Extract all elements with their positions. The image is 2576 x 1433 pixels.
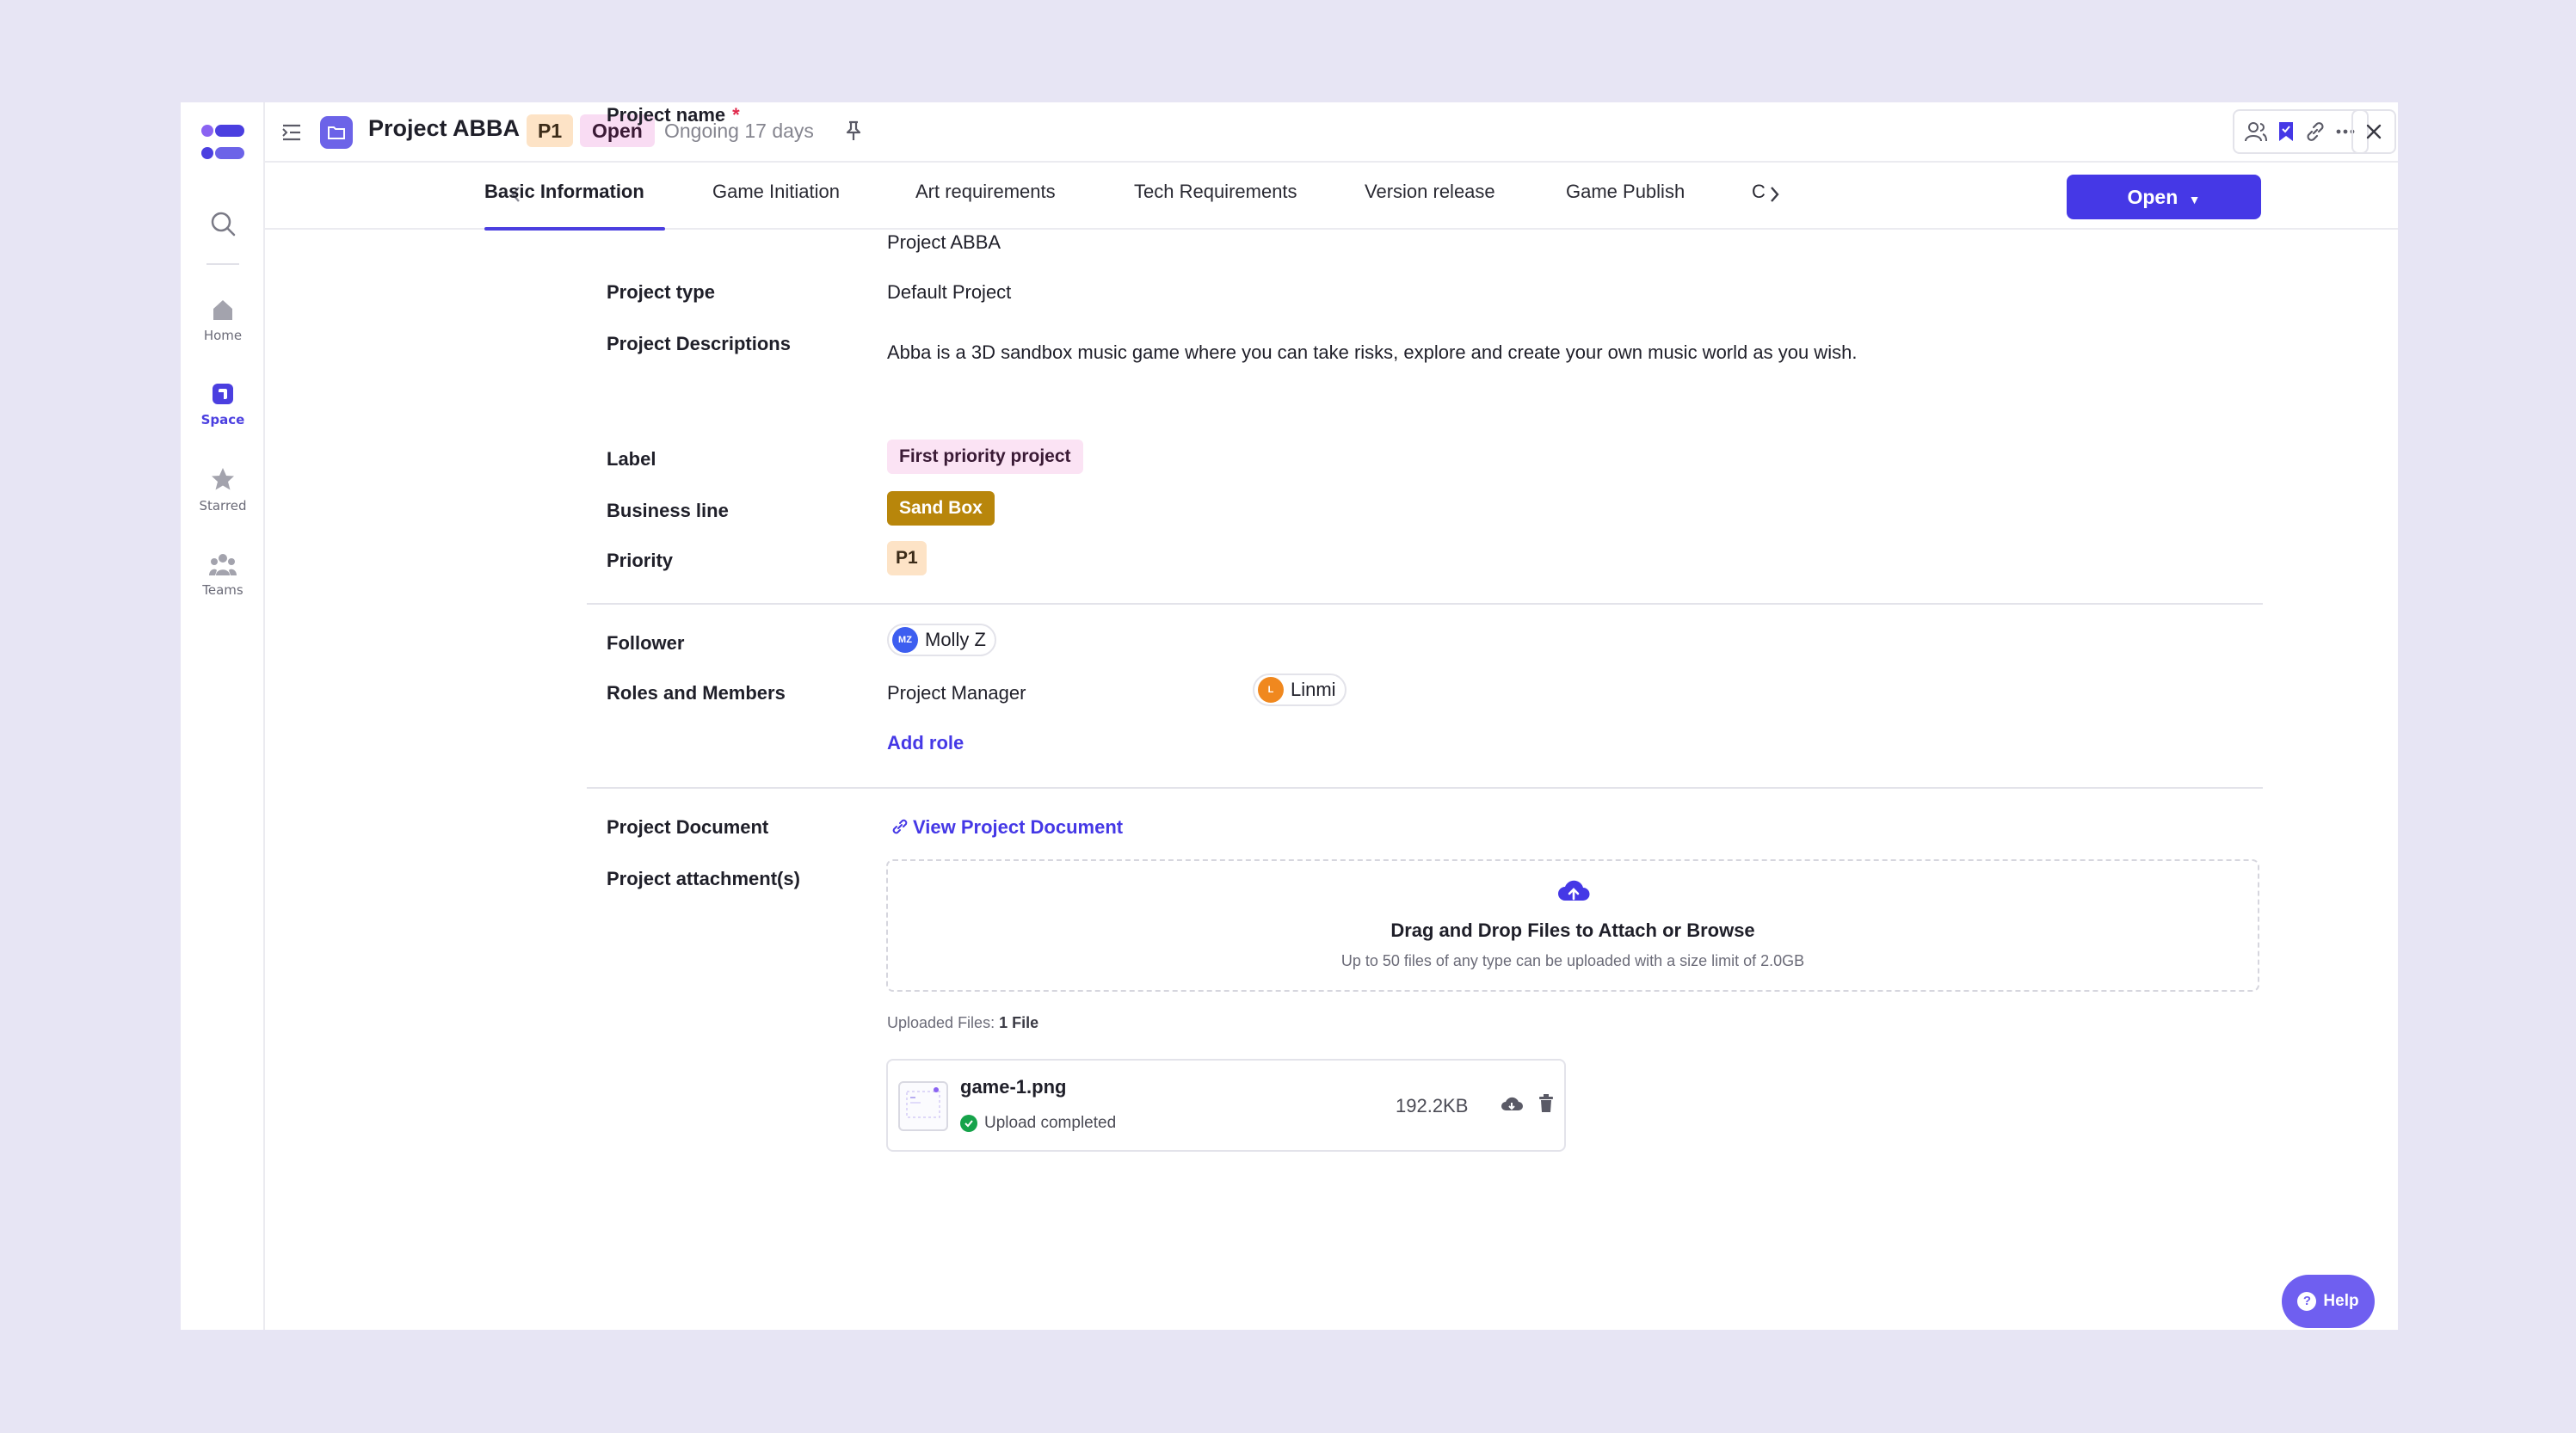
project-document-label: Project Document bbox=[607, 816, 769, 838]
project-details: Project name * Project ABBA Project type … bbox=[265, 104, 2398, 1330]
link-icon bbox=[892, 819, 908, 834]
sidebar-item-label: Home bbox=[203, 328, 243, 343]
teams-icon bbox=[209, 554, 237, 575]
tab-basic-information[interactable]: Basic Information bbox=[484, 181, 644, 203]
status-dropdown-label: Open bbox=[2127, 186, 2179, 208]
sidebar-item-label: Starred bbox=[199, 498, 247, 514]
chevron-right-icon[interactable] bbox=[1766, 183, 1783, 206]
uploaded-files-count: Uploaded Files: 1 File bbox=[887, 1014, 1038, 1032]
roles-members-label: Roles and Members bbox=[607, 682, 786, 704]
file-card: game-1.png Upload completed 192.2KB bbox=[886, 1059, 1566, 1152]
project-name-label: Project name * bbox=[607, 104, 740, 126]
label-tag[interactable]: First priority project bbox=[887, 440, 1083, 474]
app-window: Home Space Starred Teams Project ABBA P1… bbox=[181, 102, 2398, 1330]
check-circle-icon bbox=[960, 1115, 977, 1132]
rail-divider bbox=[206, 263, 239, 265]
file-size: 192.2KB bbox=[1396, 1095, 1469, 1116]
label-field-label: Label bbox=[607, 448, 656, 470]
project-descriptions-label: Project Descriptions bbox=[607, 333, 791, 354]
priority-label: Priority bbox=[607, 550, 674, 571]
upload-status: Upload completed bbox=[960, 1114, 1116, 1133]
dropzone-subtitle: Up to 50 files of any type can be upload… bbox=[1340, 952, 1805, 969]
business-line-tag[interactable]: Sand Box bbox=[887, 491, 995, 526]
avatar: L bbox=[1258, 677, 1284, 703]
priority-chip[interactable]: P1 bbox=[527, 114, 574, 147]
attachments-label: Project attachment(s) bbox=[607, 868, 800, 889]
project-descriptions-value[interactable]: Abba is a 3D sandbox music game where yo… bbox=[887, 341, 1857, 364]
field-label-text: Project name bbox=[607, 104, 726, 126]
cloud-upload-icon bbox=[1558, 880, 1590, 901]
uploaded-count: 1 File bbox=[999, 1014, 1039, 1031]
project-icon bbox=[320, 116, 353, 149]
sidebar-item-label: Teams bbox=[202, 582, 243, 598]
member-name: Linmi bbox=[1291, 679, 1336, 700]
member-chip[interactable]: L Linmi bbox=[1253, 673, 1347, 706]
project-name-value[interactable]: Project ABBA bbox=[887, 231, 1001, 254]
uploaded-prefix: Uploaded Files: bbox=[887, 1014, 995, 1031]
tab-game-publish[interactable]: Game Publish bbox=[1566, 181, 1685, 203]
bookmark-icon[interactable] bbox=[2274, 120, 2298, 144]
help-label: Help bbox=[2323, 1292, 2359, 1310]
space-icon bbox=[213, 384, 233, 404]
section-divider bbox=[587, 787, 2263, 789]
status-dropdown-button[interactable]: Open ▼ bbox=[2067, 175, 2261, 219]
follower-name: Molly Z bbox=[925, 629, 986, 650]
caret-down-icon: ▼ bbox=[2188, 193, 2201, 206]
sidebar-item-starred[interactable]: Starred bbox=[181, 465, 265, 514]
home-icon bbox=[213, 300, 232, 320]
add-role-link[interactable]: Add role bbox=[887, 732, 964, 754]
file-thumbnail[interactable] bbox=[898, 1081, 948, 1131]
sidebar-item-label: Space bbox=[200, 412, 245, 427]
tab-bar: Basic Information Game Initiation Art re… bbox=[265, 163, 2398, 230]
pin-icon[interactable] bbox=[843, 120, 864, 142]
tab-tech-requirements[interactable]: Tech Requirements bbox=[1134, 181, 1297, 203]
link-icon[interactable] bbox=[2303, 120, 2327, 144]
document-link-text: View Project Document bbox=[913, 816, 1124, 838]
left-rail: Home Space Starred Teams bbox=[181, 102, 265, 1330]
business-line-label: Business line bbox=[607, 500, 729, 521]
role-name: Project Manager bbox=[887, 682, 1026, 704]
view-project-document-link[interactable]: View Project Document bbox=[891, 816, 1123, 839]
sidebar-item-home[interactable]: Home bbox=[181, 297, 265, 343]
collapse-menu-icon[interactable] bbox=[280, 121, 303, 144]
folder-icon bbox=[328, 126, 345, 139]
sidebar-item-space[interactable]: Space bbox=[181, 381, 265, 427]
avatar: MZ bbox=[892, 627, 918, 653]
follower-chip[interactable]: MZ Molly Z bbox=[887, 624, 996, 656]
tab-overflow[interactable]: C bbox=[1752, 181, 1766, 203]
dropzone-title: Drag and Drop Files to Attach or Browse bbox=[1390, 919, 1755, 941]
help-button[interactable]: ? Help bbox=[2282, 1275, 2375, 1328]
search-icon[interactable] bbox=[208, 209, 237, 238]
close-button[interactable] bbox=[2351, 109, 2396, 154]
project-type-label: Project type bbox=[607, 281, 715, 303]
upload-status-text: Upload completed bbox=[984, 1114, 1117, 1132]
close-icon bbox=[2366, 124, 2382, 139]
tab-art-requirements[interactable]: Art requirements bbox=[915, 181, 1056, 203]
header-actions bbox=[2233, 109, 2369, 154]
app-backdrop: Home Space Starred Teams Project ABBA P1… bbox=[0, 0, 2576, 1433]
tab-version-release[interactable]: Version release bbox=[1365, 181, 1495, 203]
file-dropzone[interactable]: Drag and Drop Files to Attach or Browse … bbox=[886, 859, 2259, 992]
tab-game-initiation[interactable]: Game Initiation bbox=[712, 181, 840, 203]
help-icon: ? bbox=[2297, 1292, 2317, 1311]
section-divider bbox=[587, 603, 2263, 605]
sidebar-item-teams[interactable]: Teams bbox=[181, 551, 265, 598]
required-marker: * bbox=[732, 104, 740, 126]
file-name: game-1.png bbox=[960, 1076, 1067, 1098]
star-icon bbox=[212, 468, 234, 490]
cloud-download-icon[interactable] bbox=[1501, 1095, 1523, 1114]
members-icon[interactable] bbox=[2244, 120, 2268, 144]
priority-tag[interactable]: P1 bbox=[887, 541, 927, 575]
page-title: Project ABBA bbox=[368, 115, 521, 141]
follower-label: Follower bbox=[607, 632, 685, 654]
trash-icon[interactable] bbox=[1537, 1093, 1556, 1114]
project-header: Project ABBA P1 Open Ongoing 17 days bbox=[265, 102, 2398, 163]
image-thumbnail-icon bbox=[906, 1087, 940, 1118]
project-type-value[interactable]: Default Project bbox=[887, 281, 1011, 304]
app-logo-icon[interactable] bbox=[200, 123, 246, 163]
